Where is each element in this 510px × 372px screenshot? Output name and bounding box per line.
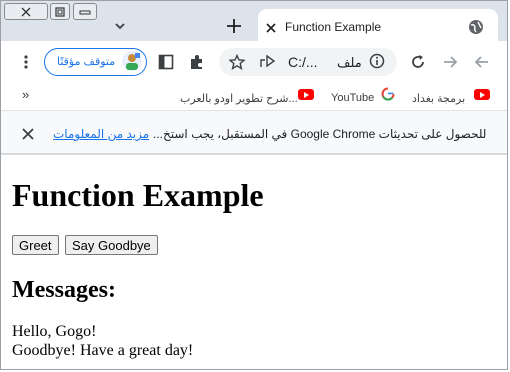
close-icon [266, 23, 276, 33]
bookmark-item[interactable]: برمجة بغداد [412, 89, 465, 107]
plus-icon [227, 19, 241, 33]
globe-icon [468, 19, 484, 35]
tab-title: Function Example [285, 20, 382, 34]
star-icon [228, 53, 246, 70]
greet-button[interactable]: Greet [12, 235, 59, 255]
share-button[interactable] [259, 54, 277, 70]
puzzle-icon [191, 55, 202, 69]
message-line: Hello, Gogo! [12, 323, 97, 340]
messages-heading: Messages: [12, 277, 116, 303]
share-icon [260, 54, 276, 68]
google-icon [381, 87, 395, 101]
extensions-button[interactable] [188, 53, 206, 71]
new-tab-button[interactable] [225, 17, 243, 35]
side-panel-icon [158, 54, 174, 70]
bookmarks-overflow-button[interactable]: » [22, 87, 29, 102]
side-panel-button[interactable] [158, 54, 174, 70]
restore-window-button[interactable] [50, 3, 70, 20]
arrow-left-icon [474, 56, 488, 68]
minimize-window-button[interactable] [73, 3, 97, 20]
close-window-button[interactable] [4, 3, 48, 20]
forward-button[interactable] [441, 53, 459, 71]
tab-search-button[interactable] [112, 18, 128, 34]
message-line: Goodbye! Have a great day! [12, 342, 194, 359]
bookmark-label: YouTube [331, 92, 375, 104]
infobar-message: للحصول على تحديثات Google Chrome في المس… [153, 127, 487, 141]
youtube-icon [298, 89, 314, 100]
infobar-close-button[interactable] [21, 127, 35, 141]
menu-button[interactable] [18, 54, 34, 70]
address-prefix: ملف [337, 55, 362, 70]
bookmark-star-button[interactable] [228, 53, 246, 70]
bookmark-item[interactable]: YouTube [331, 88, 374, 106]
say-goodbye-button[interactable]: Say Goodbye [65, 235, 158, 255]
site-info-button[interactable] [369, 53, 385, 69]
bookmark-item[interactable]: شرح تطوير اودو بالعرب... [180, 89, 298, 107]
reload-icon [412, 55, 424, 68]
info-icon [369, 53, 385, 69]
reload-button[interactable] [409, 53, 427, 71]
youtube-icon [474, 89, 490, 100]
chevron-down-icon [115, 23, 125, 30]
page-title: Function Example [12, 177, 264, 213]
profile-status-label: متوقف مؤقتًا [57, 56, 116, 68]
close-tab-button[interactable] [265, 21, 277, 33]
address-url: C:/... [288, 54, 318, 70]
minimize-icon [79, 10, 91, 14]
bookmark-label: برمجة بغداد [412, 93, 466, 105]
close-icon [21, 7, 31, 16]
restore-icon [55, 6, 65, 17]
bookmark-label: شرح تطوير اودو بالعرب... [180, 93, 298, 105]
close-icon [22, 128, 34, 140]
back-button[interactable] [473, 53, 491, 71]
vertical-dots-icon [24, 55, 28, 69]
avatar [121, 50, 143, 72]
arrow-right-icon [444, 56, 458, 68]
learn-more-link[interactable]: مزيد من المعلومات [53, 127, 149, 141]
